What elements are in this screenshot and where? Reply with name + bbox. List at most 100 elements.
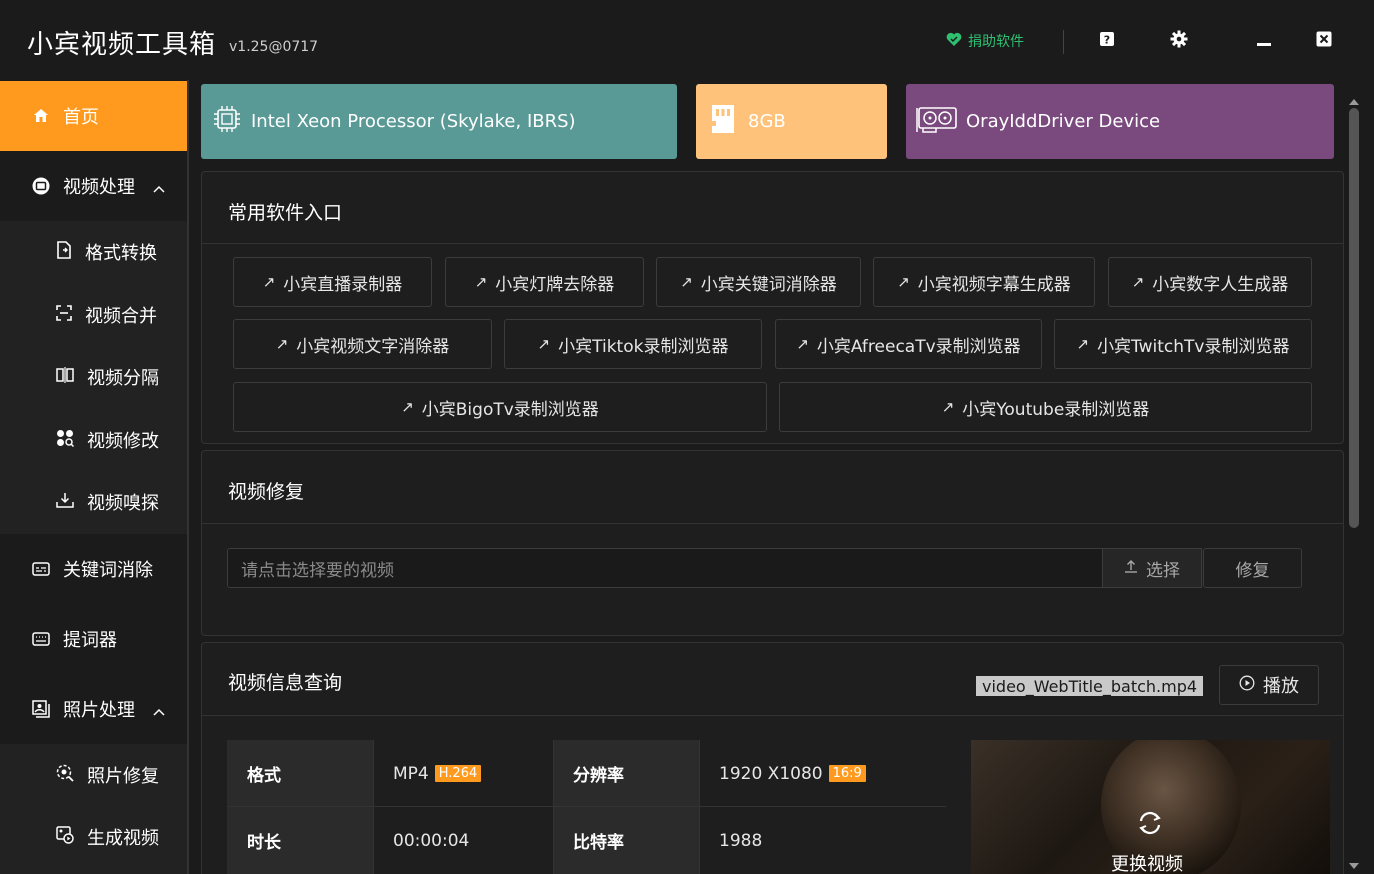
link-label: 小宾关键词消除器	[700, 274, 837, 295]
video-info-table: 格式 MP4 H.264 分辨率 1920 X1080 16:9 时长 00:0…	[227, 740, 946, 874]
sidebar-item-video-modify[interactable]: 视频修改	[0, 409, 187, 471]
settings-button[interactable]	[1166, 28, 1192, 54]
software-panel-title: 常用软件入口	[228, 202, 343, 224]
video-circle-icon	[32, 177, 50, 195]
donate-button[interactable]: 捐助软件	[946, 31, 1024, 51]
panel-divider	[202, 243, 1343, 244]
main-scrollbar[interactable]	[1347, 84, 1361, 874]
gpu-name: OrayIddDriver Device	[966, 111, 1161, 132]
modify-icon	[56, 429, 75, 452]
link-digital-human[interactable]: ↗ 小宾数字人生成器	[1108, 257, 1312, 307]
sidebar-item-video-sniff[interactable]: 视频嗅探	[0, 471, 187, 533]
sidebar-item-label: 视频修改	[87, 431, 159, 452]
scrollbar-thumb[interactable]	[1349, 108, 1359, 528]
link-live-recorder[interactable]: ↗ 小宾直播录制器	[233, 257, 432, 307]
memory-card-icon	[706, 102, 740, 141]
sidebar-item-photo-repair[interactable]: 照片修复	[0, 744, 187, 806]
repair-button[interactable]: 修复	[1203, 548, 1302, 588]
help-button[interactable]: ?	[1094, 28, 1120, 54]
link-tiktok-browser[interactable]: ↗ 小宾Tiktok录制浏览器	[504, 319, 762, 369]
repair-panel: 视频修复	[201, 450, 1344, 636]
link-text-remover[interactable]: ↗ 小宾视频文字消除器	[233, 319, 492, 369]
sidebar-item-label: 首页	[63, 107, 99, 128]
scroll-down-icon	[1349, 854, 1359, 873]
sidebar-item-label: 照片处理	[63, 700, 135, 721]
play-label: 播放	[1263, 676, 1299, 697]
external-link-icon: ↗	[897, 273, 910, 291]
format-key: 格式	[227, 740, 373, 807]
scroll-up-icon	[1349, 90, 1359, 109]
video-file-input[interactable]: 请点击选择要的视频	[227, 548, 1103, 588]
panel-divider	[202, 715, 1343, 716]
ram-size: 8GB	[748, 111, 786, 132]
donate-label: 捐助软件	[968, 34, 1024, 50]
choose-file-button[interactable]: 选择	[1102, 548, 1202, 588]
sidebar-item-photo-processing[interactable]: 照片处理	[0, 674, 187, 744]
bitrate-value: 1988	[699, 807, 946, 874]
external-link-icon: ↗	[680, 273, 693, 291]
gpu-icon	[916, 104, 958, 139]
table-divider	[227, 806, 946, 807]
cpu-card: Intel Xeon Processor (Skylake, IBRS)	[201, 84, 677, 159]
sidebar-item-prompter[interactable]: 提词器	[0, 604, 187, 674]
external-link-icon: ↗	[796, 335, 809, 353]
external-link-icon: ↗	[537, 335, 551, 353]
minimize-button[interactable]	[1251, 28, 1277, 54]
external-link-icon: ↗	[1076, 335, 1090, 353]
link-label: 小宾TwitchTv录制浏览器	[1097, 336, 1290, 357]
sidebar-item-video-merge[interactable]: 视频合并	[0, 284, 187, 346]
chevron-up-icon	[153, 700, 165, 721]
link-label: 小宾AfreecaTv录制浏览器	[816, 336, 1021, 357]
resolution-value: 1920 X1080	[719, 763, 823, 784]
app-version: v1.25@0717	[229, 39, 319, 55]
sidebar-item-video-processing[interactable]: 视频处理	[0, 151, 187, 221]
sidebar-item-home[interactable]: 首页	[0, 81, 187, 151]
link-label: 小宾Tiktok录制浏览器	[558, 336, 729, 357]
sidebar-item-keyword-removal[interactable]: 关键词消除	[0, 534, 187, 604]
sidebar: 首页 视频处理 格式转换 视频合并 视频分隔 视频修改 视频嗅探 关键词消除 提…	[0, 80, 189, 874]
cpu-name: Intel Xeon Processor (Skylake, IBRS)	[251, 111, 576, 132]
sidebar-item-label: 照片修复	[87, 766, 159, 787]
link-label: 小宾数字人生成器	[1152, 274, 1289, 295]
format-value-cell: MP4 H.264	[373, 740, 553, 807]
svg-text:?: ?	[1104, 34, 1110, 47]
ram-card: 8GB	[696, 84, 887, 159]
duration-key: 时长	[227, 807, 373, 874]
repair-panel-title: 视频修复	[228, 481, 305, 503]
link-keyword-remover[interactable]: ↗ 小宾关键词消除器	[656, 257, 861, 307]
video-info-title: 视频信息查询	[228, 672, 343, 694]
video-submenu: 格式转换 视频合并 视频分隔 视频修改 视频嗅探	[0, 221, 187, 534]
link-subtitle-generator[interactable]: ↗ 小宾视频字幕生成器	[873, 257, 1095, 307]
title-bar: 小宾视频工具箱 v1.25@0717 捐助软件 ?	[0, 0, 1374, 80]
link-label: 小宾直播录制器	[283, 274, 403, 295]
link-youtube-browser[interactable]: ↗ 小宾Youtube录制浏览器	[779, 382, 1312, 432]
sidebar-item-generate-video[interactable]: 生成视频	[0, 806, 187, 868]
link-light-remover[interactable]: ↗ 小宾灯牌去除器	[445, 257, 644, 307]
codec-badge: H.264	[434, 765, 482, 782]
external-link-icon: ↗	[941, 398, 955, 416]
external-link-icon: ↗	[474, 273, 488, 291]
play-button[interactable]: 播放	[1219, 665, 1319, 705]
merge-icon	[56, 304, 72, 326]
sidebar-item-video-split[interactable]: 视频分隔	[0, 346, 187, 408]
resolution-key: 分辨率	[553, 740, 699, 807]
sidebar-item-format-convert[interactable]: 格式转换	[0, 221, 187, 283]
chevron-up-icon	[153, 177, 165, 198]
sidebar-item-label: 提词器	[63, 630, 117, 651]
aspect-badge: 16:9	[828, 765, 866, 782]
close-button[interactable]	[1311, 28, 1337, 54]
file-input-placeholder: 请点击选择要的视频	[241, 560, 394, 581]
link-bigotv-browser[interactable]: ↗ 小宾BigoTv录制浏览器	[233, 382, 767, 432]
link-label: 小宾视频字幕生成器	[917, 274, 1071, 295]
sidebar-item-label: 生成视频	[87, 828, 159, 849]
subtitle-icon	[32, 560, 50, 578]
link-twitchtv-browser[interactable]: ↗ 小宾TwitchTv录制浏览器	[1054, 319, 1312, 369]
current-filename: video_WebTitle_batch.mp4	[976, 676, 1204, 696]
split-icon	[56, 366, 74, 388]
video-preview[interactable]: 更换视频	[971, 740, 1330, 874]
sidebar-item-label: 格式转换	[85, 243, 157, 264]
link-afreecatv-browser[interactable]: ↗ 小宾AfreecaTv录制浏览器	[775, 319, 1042, 369]
upload-icon	[1124, 558, 1138, 578]
file-convert-icon	[56, 240, 72, 264]
download-icon	[56, 492, 74, 513]
